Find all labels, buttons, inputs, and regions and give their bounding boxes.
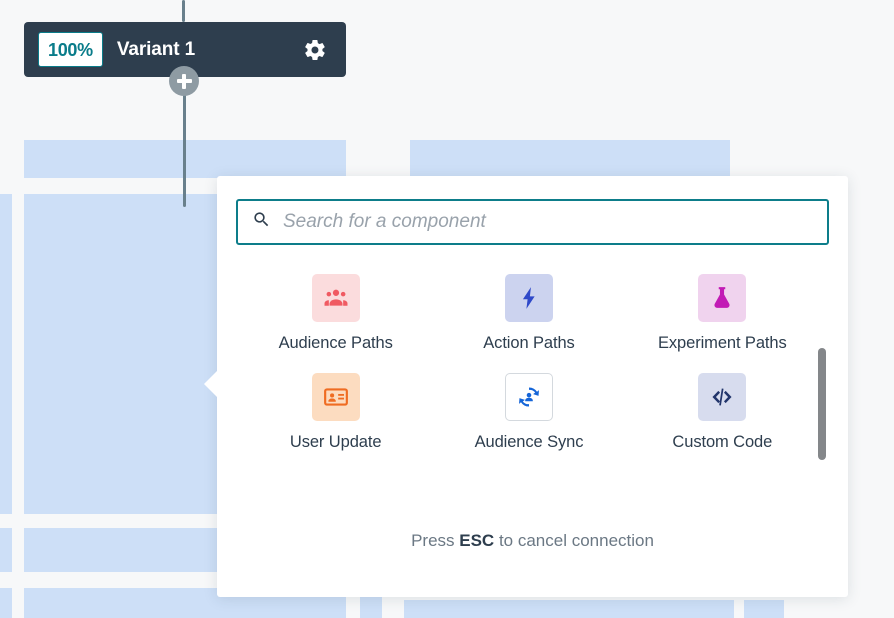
skeleton-block bbox=[744, 600, 784, 618]
sync-person-icon bbox=[505, 373, 553, 421]
connector-line-top bbox=[182, 0, 185, 22]
people-group-icon bbox=[312, 274, 360, 322]
flow-canvas: 100% Variant 1 Audience Paths Action Path… bbox=[0, 0, 894, 618]
search-icon bbox=[252, 210, 271, 234]
hint-esc-key: ESC bbox=[459, 531, 494, 550]
component-option-label: Audience Paths bbox=[279, 334, 393, 353]
variant-percentage-badge[interactable]: 100% bbox=[38, 32, 103, 67]
skeleton-block bbox=[404, 600, 734, 618]
vertical-scrollbar[interactable] bbox=[818, 348, 826, 460]
search-input[interactable] bbox=[283, 211, 813, 233]
lightning-bolt-icon bbox=[505, 274, 553, 322]
component-option-custom-code[interactable]: Custom Code bbox=[626, 373, 819, 452]
component-option-label: Action Paths bbox=[483, 334, 574, 353]
component-picker-panel: Audience Paths Action Paths Experiment Pat… bbox=[217, 176, 848, 597]
hint-prefix: Press bbox=[411, 531, 459, 550]
hint-suffix: to cancel connection bbox=[494, 531, 654, 550]
component-option-experiment-paths[interactable]: Experiment Paths bbox=[626, 274, 819, 353]
connector-line-bottom bbox=[183, 92, 186, 207]
gear-icon[interactable] bbox=[302, 37, 328, 63]
component-option-label: Audience Sync bbox=[475, 433, 584, 452]
skeleton-block bbox=[0, 528, 12, 572]
code-brackets-icon bbox=[698, 373, 746, 421]
component-option-label: Experiment Paths bbox=[658, 334, 787, 353]
skeleton-block bbox=[0, 194, 12, 514]
id-card-icon bbox=[312, 373, 360, 421]
search-field-wrapper[interactable] bbox=[236, 199, 829, 245]
cancel-connection-hint: Press ESC to cancel connection bbox=[217, 531, 848, 551]
variant-name-label: Variant 1 bbox=[117, 39, 288, 61]
component-option-label: Custom Code bbox=[672, 433, 772, 452]
skeleton-block bbox=[410, 140, 730, 178]
component-option-audience-paths[interactable]: Audience Paths bbox=[239, 274, 432, 353]
component-option-user-update[interactable]: User Update bbox=[239, 373, 432, 452]
component-option-action-paths[interactable]: Action Paths bbox=[432, 274, 625, 353]
panel-pointer-notch bbox=[204, 370, 218, 398]
component-grid: Audience Paths Action Paths Experiment Pat… bbox=[239, 274, 819, 452]
component-option-audience-sync[interactable]: Audience Sync bbox=[432, 373, 625, 452]
plus-icon[interactable] bbox=[169, 66, 199, 96]
component-option-label: User Update bbox=[290, 433, 382, 452]
skeleton-block bbox=[0, 588, 12, 618]
flask-icon bbox=[698, 274, 746, 322]
